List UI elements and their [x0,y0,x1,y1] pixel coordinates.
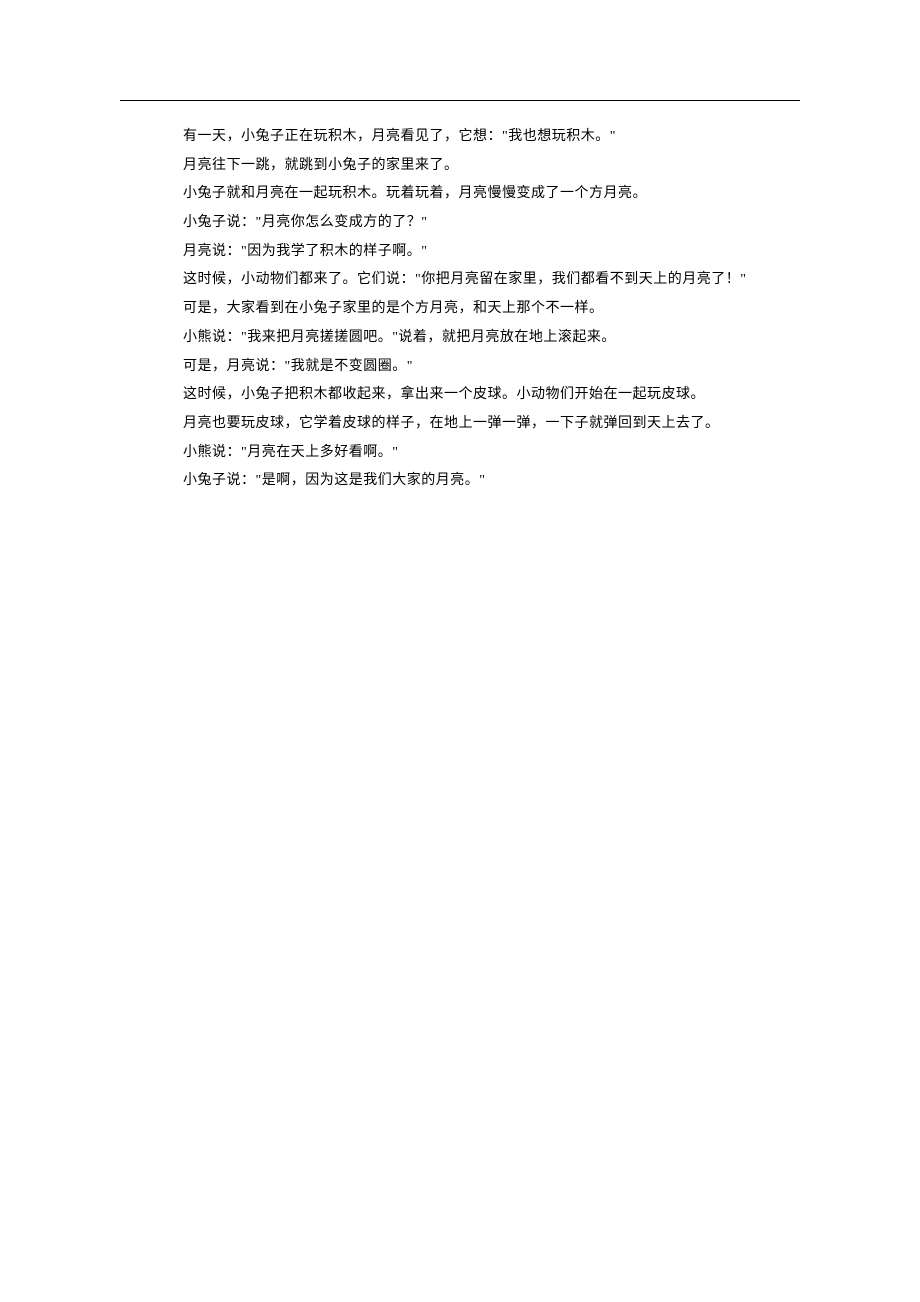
story-line: 这时候，小兔子把积木都收起来，拿出来一个皮球。小动物们开始在一起玩皮球。 [155,381,800,410]
page-container: 有一天，小兔子正在玩积木，月亮看见了，它想："我也想玩积木。" 月亮往下一跳，就… [0,0,920,496]
story-line: 月亮往下一跳，就跳到小兔子的家里来了。 [155,152,800,181]
story-line: 月亮说："因为我学了积木的样子啊。" [155,238,800,267]
story-line: 小兔子就和月亮在一起玩积木。玩着玩着，月亮慢慢变成了一个方月亮。 [155,180,800,209]
story-line: 小熊说："月亮在天上多好看啊。" [155,439,800,468]
story-line: 小兔子说："月亮你怎么变成方的了？" [155,209,800,238]
story-line: 可是，月亮说："我就是不变圆圈。" [155,353,800,382]
story-content: 有一天，小兔子正在玩积木，月亮看见了，它想："我也想玩积木。" 月亮往下一跳，就… [120,123,800,496]
story-line: 可是，大家看到在小兔子家里的是个方月亮，和天上那个不一样。 [155,295,800,324]
story-line: 小兔子说："是啊，因为这是我们大家的月亮。" [155,467,800,496]
story-line: 小熊说："我来把月亮搓搓圆吧。"说着，就把月亮放在地上滚起来。 [155,324,800,353]
story-line: 有一天，小兔子正在玩积木，月亮看见了，它想："我也想玩积木。" [155,123,800,152]
divider-line [120,100,800,101]
story-line: 这时候，小动物们都来了。它们说："你把月亮留在家里，我们都看不到天上的月亮了！" [155,266,800,295]
story-line: 月亮也要玩皮球，它学着皮球的样子，在地上一弹一弹，一下子就弹回到天上去了。 [155,410,800,439]
